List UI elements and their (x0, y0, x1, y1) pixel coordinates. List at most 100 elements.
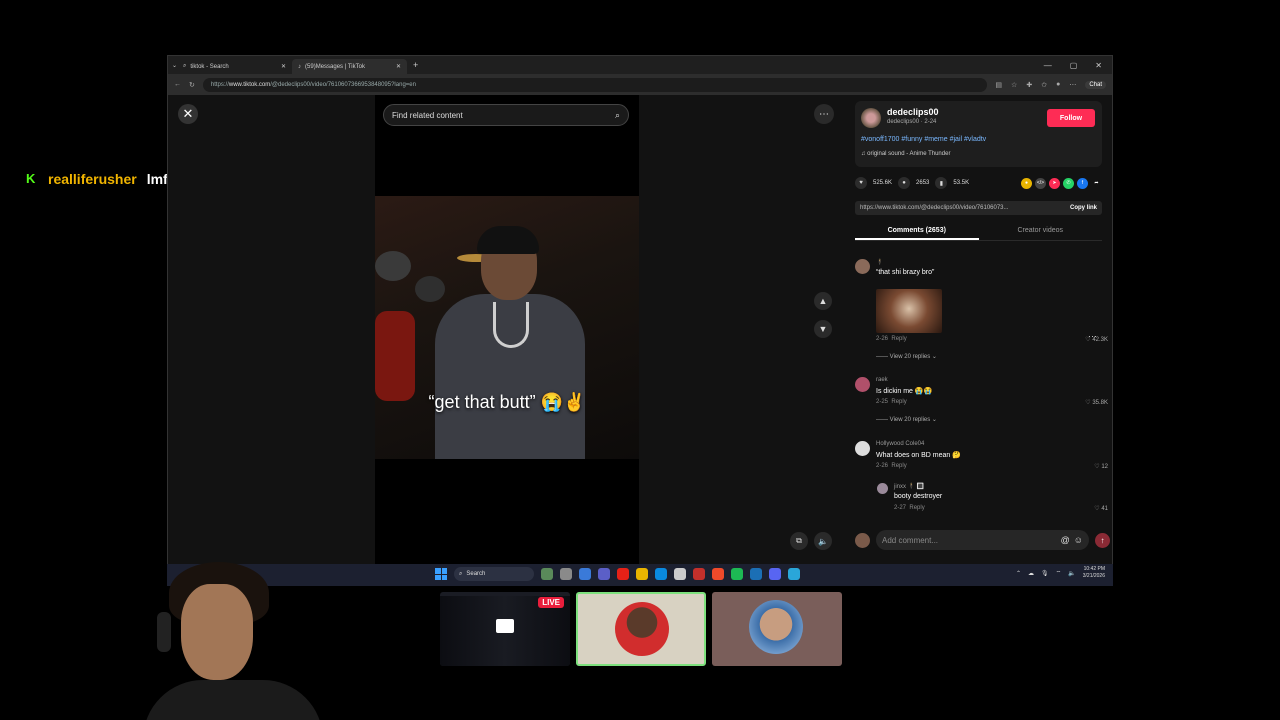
windows-start-icon[interactable] (435, 568, 447, 580)
tab-comments[interactable]: Comments (2653) (855, 224, 979, 240)
commenter-name[interactable]: Hollywood Cole04 (876, 441, 924, 447)
cloud-icon[interactable]: ☁ (1028, 570, 1034, 577)
copilot-chat-button[interactable]: Chat (1085, 80, 1106, 89)
search-icon[interactable]: ⌕ (615, 110, 620, 121)
reply-button[interactable]: Reply (891, 399, 906, 405)
close-video-button[interactable]: ✕ (178, 104, 198, 124)
comment-likes[interactable]: ♡ 42.3K (1085, 336, 1108, 343)
commenter-avatar[interactable] (855, 441, 870, 456)
comment-text: “that shi brazy bro” (876, 269, 935, 276)
favorites-icon[interactable]: ✩ (1041, 81, 1047, 89)
send-icon[interactable]: ➤ (1049, 177, 1060, 189)
commenter-name[interactable]: raek (876, 377, 888, 383)
commenter-name[interactable]: jinxx 🕴 🔳 (894, 483, 924, 490)
clock[interactable]: 10:42 PM 3/21/2026 (1083, 566, 1105, 580)
commenter-avatar[interactable] (877, 483, 888, 494)
commenter-name[interactable]: 🕴 (876, 259, 883, 266)
floating-player-button[interactable]: ⧉ (790, 532, 808, 550)
embed-icon[interactable]: </> (1035, 177, 1046, 189)
previous-video-button[interactable]: ▲ (814, 292, 832, 310)
comment-date: 2-27 (894, 505, 907, 511)
hashtags[interactable]: #vonoff1700 #funny #meme #jail #vladtv (861, 136, 986, 143)
view-replies-button[interactable]: —— View 20 replies ⌄ (876, 353, 937, 360)
chevron-up-icon[interactable]: ⌃ (1016, 570, 1021, 577)
bookmark-icon[interactable]: ▮ (935, 177, 948, 189)
notepad-icon[interactable] (674, 568, 686, 580)
details-panel: dedeclips00 dedeclips00 · 2-24 Follow #v… (846, 95, 1112, 585)
related-search-input[interactable]: Find related content ⌕ (383, 104, 629, 126)
app-icon[interactable] (788, 568, 800, 580)
back-icon[interactable]: ← (174, 81, 181, 88)
speaker-icon[interactable]: 🔈 (1068, 570, 1075, 577)
video-player[interactable]: “get that butt” 😭✌️ (375, 196, 639, 459)
emoji-icon[interactable]: ☺ (1074, 535, 1083, 545)
author-avatar[interactable] (861, 108, 881, 128)
wifi-icon[interactable]: ⌔ (1056, 569, 1062, 577)
file-explorer-icon[interactable] (636, 568, 648, 580)
comment-likes[interactable]: ♡ 41 (1094, 505, 1108, 512)
reader-icon[interactable]: ▤ (995, 81, 1002, 89)
author-username[interactable]: dedeclips00 (887, 107, 939, 117)
tab-tiktok[interactable]: ♪ (59)Messages | TikTok ✕ (292, 59, 408, 74)
extensions-icon[interactable]: ✚ (1026, 81, 1032, 89)
add-comment-input[interactable]: Add comment... @ ☺ (876, 530, 1089, 550)
teams-icon[interactable] (598, 568, 610, 580)
copy-link-button[interactable]: Copy link (1070, 205, 1097, 211)
participant-tile[interactable] (712, 592, 842, 666)
new-tab-button[interactable]: + (413, 60, 418, 70)
view-replies-button[interactable]: —— View 20 replies ⌄ (876, 416, 937, 423)
mic-icon[interactable]: 🎙 (1041, 570, 1049, 577)
reply-button[interactable]: Reply (891, 336, 906, 342)
tab-search[interactable]: ⌕ tiktok - Search ✕ (177, 59, 292, 74)
favorite-icon[interactable]: ☆ (1011, 81, 1017, 89)
reply-button[interactable]: Reply (909, 505, 924, 511)
copilot-icon[interactable] (579, 568, 591, 580)
steam-icon[interactable] (750, 568, 762, 580)
clock-date: 3/21/2026 (1082, 573, 1105, 579)
profile-icon[interactable]: ● (1056, 81, 1060, 89)
maximize-icon[interactable]: ▢ (1070, 61, 1078, 70)
heart-icon[interactable]: ♥ (855, 177, 867, 189)
more-options-button[interactable]: ⋯ (814, 104, 834, 124)
follow-button[interactable]: Follow (1047, 109, 1095, 127)
menu-icon[interactable]: ⋯ (1069, 81, 1076, 89)
commenter-avatar[interactable] (855, 377, 870, 392)
refresh-icon[interactable]: ↻ (189, 81, 195, 89)
url-field[interactable]: https://www.tiktok.com/@dedeclips00/vide… (202, 77, 988, 92)
close-window-icon[interactable]: ✕ (1095, 61, 1102, 70)
whatsapp-icon[interactable]: ✆ (1063, 177, 1074, 189)
widget-icon[interactable] (541, 568, 553, 580)
coin-icon[interactable]: ● (1021, 177, 1032, 189)
share-icon[interactable]: ➦ (1091, 178, 1102, 189)
minimize-icon[interactable]: — (1044, 61, 1052, 70)
post-comment-button[interactable]: ↑ (1095, 532, 1110, 548)
close-tab-icon[interactable]: ✕ (396, 63, 401, 70)
discord-icon[interactable] (769, 568, 781, 580)
comment-likes[interactable]: ♡ 35.8K (1085, 399, 1108, 406)
taskbar-search[interactable]: ⌕ Search (454, 567, 534, 581)
taskbar-apps: ⌕ Search (435, 567, 800, 581)
tab-creator-videos[interactable]: Creator videos (979, 224, 1103, 240)
participant-tile[interactable] (576, 592, 706, 666)
mention-icon[interactable]: @ (1061, 535, 1070, 545)
comment-text: booty destroyer (894, 493, 943, 500)
edge-icon[interactable] (655, 568, 667, 580)
commenter-avatar[interactable] (855, 259, 870, 274)
volume-button[interactable]: 🔈 (814, 532, 832, 550)
close-tab-icon[interactable]: ✕ (281, 63, 286, 70)
comment-likes[interactable]: ♡ 12 (1094, 463, 1108, 470)
brave-icon[interactable] (712, 568, 724, 580)
comment-gif[interactable] (876, 289, 942, 333)
action-bar: ♥ 525.6K ● 2653 ▮ 53.5K ● </> ➤ ✆ f ➦ (855, 177, 1102, 189)
next-video-button[interactable]: ▼ (814, 320, 832, 338)
screen-share-tile[interactable]: LIVE (440, 592, 570, 666)
youtube-icon[interactable] (617, 568, 629, 580)
taskview-icon[interactable] (560, 568, 572, 580)
comment-count: 2653 (916, 180, 930, 186)
x-app-icon[interactable] (693, 568, 705, 580)
sound-link[interactable]: ♫ original sound - Anime Thunder (861, 151, 950, 157)
comment-icon[interactable]: ● (898, 177, 911, 189)
reply-button[interactable]: Reply (891, 463, 906, 469)
spotify-icon[interactable] (731, 568, 743, 580)
facebook-icon[interactable]: f (1077, 177, 1088, 189)
